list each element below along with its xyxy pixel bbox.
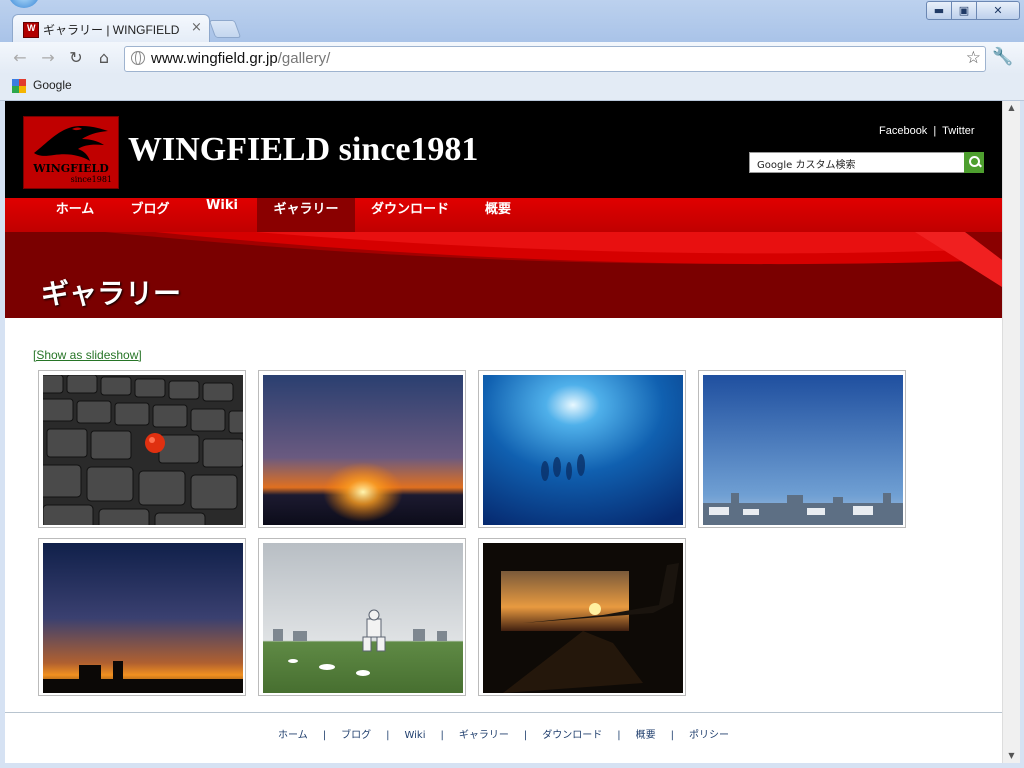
globe-icon [131,51,145,65]
keyboard-photo [43,375,243,525]
maximize-button[interactable]: ▣ [951,1,977,20]
scroll-down-arrow-icon[interactable]: ▼ [1003,749,1020,763]
hangar-photo [483,543,683,693]
reload-icon[interactable]: ↻ [66,48,86,68]
nav-item-home[interactable]: ホーム [37,198,113,232]
close-icon: ✕ [993,4,1003,17]
address-bar[interactable]: www.wingfield.gr.jp/gallery/ ☆ [124,46,986,72]
wrench-menu-icon[interactable]: 🔧 [992,47,1013,67]
wing-logo-icon [34,126,108,161]
site-title[interactable]: WINGFIELD since1981 [128,131,478,169]
nav-item-download[interactable]: ダウンロード [355,198,465,232]
skyline-photo [703,375,903,525]
url-path: /gallery/ [277,50,331,67]
footer-separator: | [617,730,621,741]
page-title: ギャラリー [41,277,182,310]
close-window-button[interactable]: ✕ [976,1,1020,20]
google-icon [12,79,26,93]
main-nav: ホーム ブログ Wiki ギャラリー ダウンロード 概要 [5,198,1002,232]
favicon-icon [23,22,39,38]
home-icon[interactable]: ⌂ [94,48,114,68]
social-separator: | [933,125,937,137]
footer-link-policy[interactable]: ポリシー [689,726,729,741]
footer-link-gallery[interactable]: ギャラリー [459,726,509,741]
gallery-thumb-dusk[interactable] [38,538,246,696]
bookmarks-bar: Google [0,74,1024,101]
search-button[interactable] [964,152,984,173]
gallery-thumb-underwater[interactable] [478,370,686,528]
footer-link-about[interactable]: 概要 [636,726,656,741]
sunset-photo [263,375,463,525]
back-arrow-icon[interactable]: ← [10,48,30,68]
footer-separator: | [440,730,444,741]
twitter-link[interactable]: Twitter [942,125,974,137]
gallery-thumb-hangar[interactable] [478,538,686,696]
url-host: www.wingfield.gr.jp [151,50,278,67]
page-viewport: WINGFIELD since1981 WINGFIELD since1981 … [5,101,1002,763]
tab-close-icon[interactable]: × [191,20,202,35]
logo-since: since1981 [70,175,112,184]
window-orb-icon [8,0,40,8]
slideshow-link[interactable]: [Show as slideshow] [33,348,142,362]
footer-separator: | [322,730,327,741]
dusk-photo [43,543,243,693]
tab-strip: ギャラリー | WINGFIELD × ▬ ▣ ✕ [0,0,1024,43]
site-logo[interactable]: WINGFIELD since1981 [23,116,119,189]
footer-nav: ホーム | ブログ | Wiki | ギャラリー | ダウンロード | 概要 | ポリシー [5,726,1002,741]
new-tab-button[interactable] [208,20,242,38]
nav-item-wiki[interactable]: Wiki [187,198,257,232]
gallery-thumb-keyboard[interactable] [38,370,246,528]
scroll-up-arrow-icon[interactable]: ▲ [1003,101,1020,115]
tab-title: ギャラリー | WINGFIELD [43,23,180,37]
gallery-thumb-sunset[interactable] [258,370,466,528]
search-input[interactable]: Google カスタム検索 [749,152,965,173]
gallery-thumb-park-statue[interactable] [258,538,466,696]
forward-arrow-icon[interactable]: → [38,48,58,68]
nav-item-gallery[interactable]: ギャラリー [257,198,355,232]
park-statue-photo [263,543,463,693]
footer-link-home[interactable]: ホーム [278,726,308,741]
footer-link-blog[interactable]: ブログ [341,726,371,741]
footer-separator: | [386,730,390,741]
footer-separator: | [523,730,528,741]
minimize-icon: ▬ [933,4,945,17]
facebook-link[interactable]: Facebook [879,125,927,137]
maximize-icon: ▣ [958,4,970,17]
page-banner: ギャラリー [5,232,1002,318]
bookmark-star-icon[interactable]: ☆ [966,48,981,68]
vertical-scrollbar[interactable]: ▲ ▼ [1002,101,1020,763]
search-placeholder: Google カスタム検索 [757,160,856,171]
footer-divider [5,712,1002,713]
window-controls: ▬ ▣ ✕ [926,1,1020,20]
minimize-button[interactable]: ▬ [926,1,952,20]
url-text: www.wingfield.gr.jp/gallery/ [151,50,330,67]
logo-text: WINGFIELD [33,162,109,175]
browser-window: ギャラリー | WINGFIELD × ▬ ▣ ✕ ← → ↻ ⌂ www.wi… [0,0,1024,768]
footer-separator: | [670,730,674,741]
browser-toolbar: ← → ↻ ⌂ www.wingfield.gr.jp/gallery/ ☆ 🔧 [0,42,1024,74]
social-links: Facebook | Twitter [879,125,975,137]
footer-link-wiki[interactable]: Wiki [404,730,425,741]
site-header: WINGFIELD since1981 WINGFIELD since1981 … [5,101,1002,198]
gallery-thumb-skyline[interactable] [698,370,906,528]
browser-tab-active[interactable]: ギャラリー | WINGFIELD × [12,14,210,43]
bookmark-google[interactable]: Google [33,78,72,92]
underwater-photo [483,375,683,525]
nav-item-about[interactable]: 概要 [465,198,531,232]
nav-item-blog[interactable]: ブログ [113,198,187,232]
footer-link-download[interactable]: ダウンロード [542,726,602,741]
